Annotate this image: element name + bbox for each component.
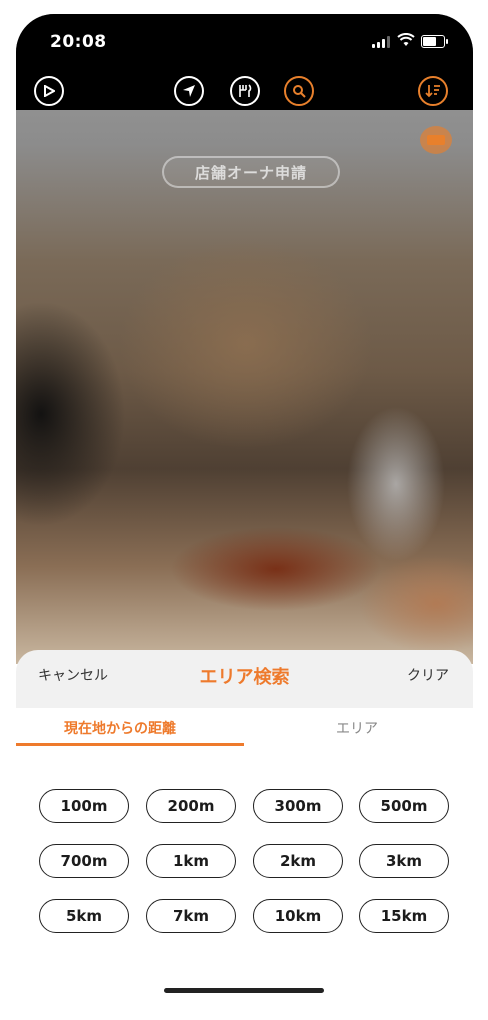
home-indicator: [164, 988, 324, 993]
status-time: 20:08: [50, 32, 107, 52]
location-arrow-icon[interactable]: [174, 76, 204, 106]
battery-icon: [421, 35, 448, 48]
distance-chip-200m[interactable]: 200m: [146, 789, 236, 823]
status-bar: 20:08: [16, 14, 473, 62]
owner-application-button[interactable]: 店舗オーナ申請: [162, 156, 340, 188]
tab-area[interactable]: エリア: [336, 718, 378, 738]
map-badge-icon[interactable]: [420, 126, 452, 154]
distance-chip-1km[interactable]: 1km: [146, 844, 236, 878]
distance-chip-2km[interactable]: 2km: [253, 844, 343, 878]
clear-button[interactable]: クリア: [407, 665, 449, 685]
distance-chip-3km[interactable]: 3km: [359, 844, 449, 878]
distance-chip-700m[interactable]: 700m: [39, 844, 129, 878]
phone-screen: 20:08 店舗オーナ申請 キャンセル エリア検索 クリア 現在地からの距離 エ…: [16, 14, 473, 1004]
restaurant-photo: [16, 14, 473, 664]
distance-chip-10km[interactable]: 10km: [253, 899, 343, 933]
wifi-icon: [397, 33, 415, 46]
distance-chip-15km[interactable]: 15km: [359, 899, 449, 933]
distance-chip-100m[interactable]: 100m: [39, 789, 129, 823]
distance-chip-500m[interactable]: 500m: [359, 789, 449, 823]
search-icon[interactable]: [284, 76, 314, 106]
tab-distance[interactable]: 現在地からの距離: [64, 718, 176, 738]
play-circle-icon[interactable]: [34, 76, 64, 106]
cancel-button[interactable]: キャンセル: [38, 665, 108, 685]
sheet-title: エリア検索: [199, 667, 290, 688]
distance-chip-7km[interactable]: 7km: [146, 899, 236, 933]
active-tab-indicator: [16, 743, 244, 746]
signal-icon: [372, 36, 394, 48]
sort-filter-icon[interactable]: [418, 76, 448, 106]
restaurant-icon[interactable]: [230, 76, 260, 106]
distance-chip-300m[interactable]: 300m: [253, 789, 343, 823]
distance-chip-5km[interactable]: 5km: [39, 899, 129, 933]
